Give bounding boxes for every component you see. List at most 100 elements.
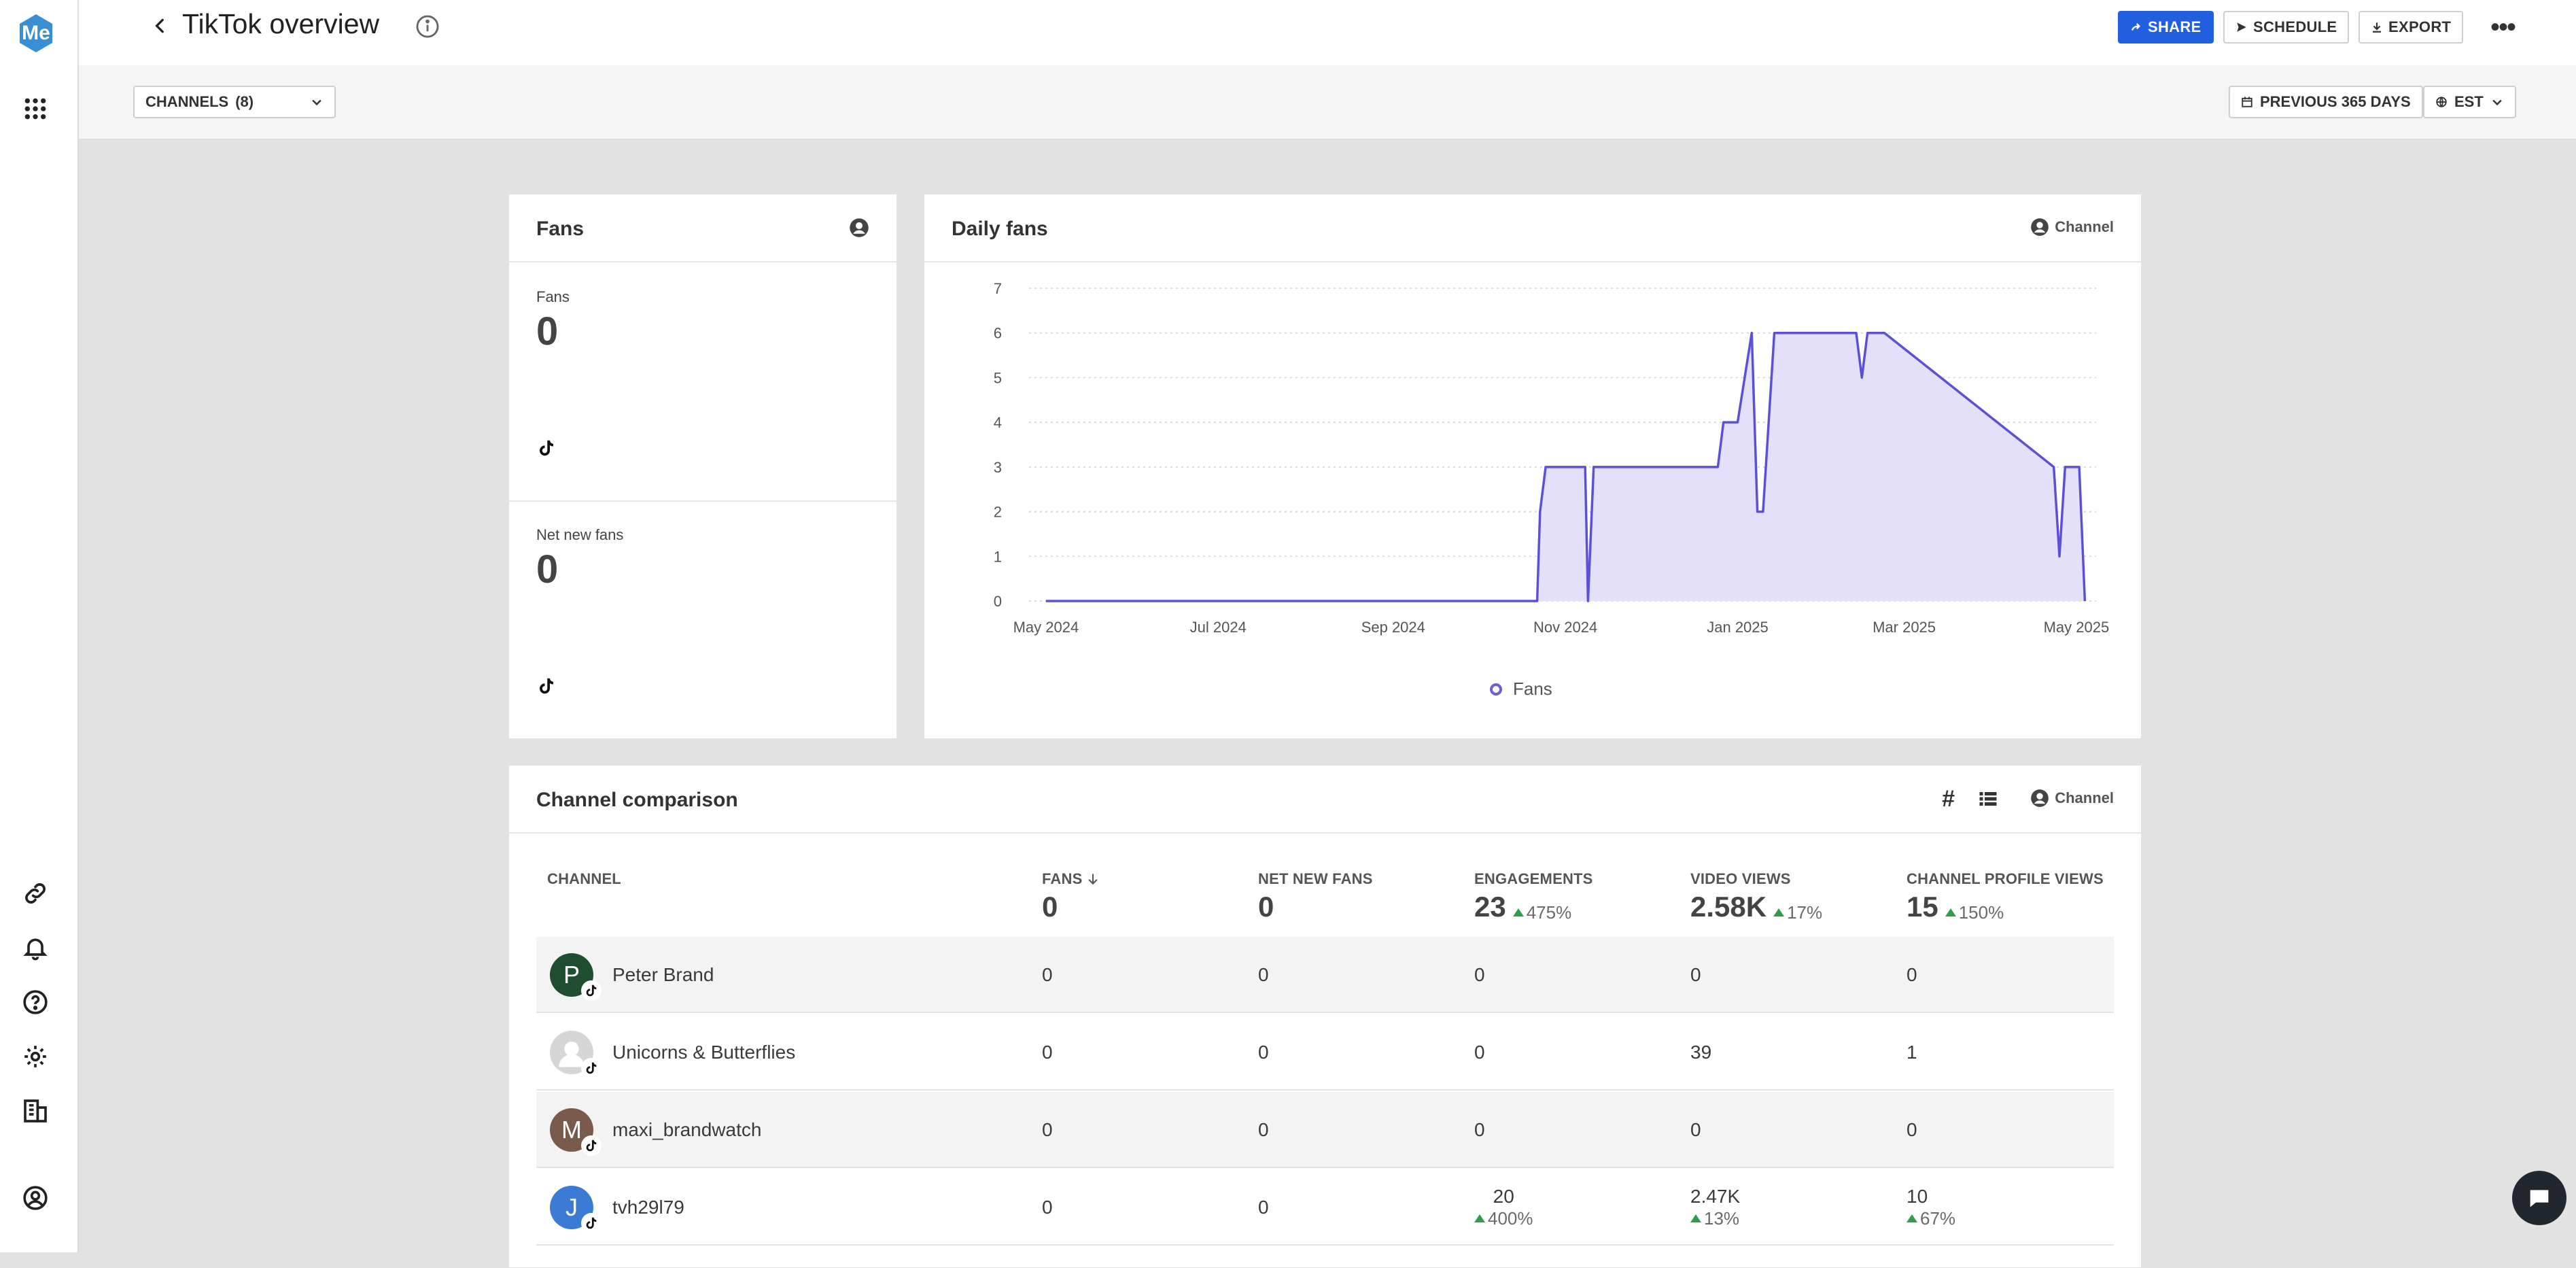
send-icon xyxy=(2237,22,2246,32)
up-triangle-icon xyxy=(1945,908,1956,916)
cell-profile-views-value: 10 xyxy=(1907,1186,1928,1207)
channel-badge[interactable]: Channel xyxy=(2030,218,2114,237)
channel-name[interactable]: Unicorns & Butterflies xyxy=(612,1042,795,1063)
delta-badge: 13% xyxy=(1690,1207,1740,1229)
total-video-views-value: 2.58K xyxy=(1690,891,1767,923)
y-tick-label: 3 xyxy=(994,459,1002,476)
legend-label: Fans xyxy=(1513,679,1552,699)
cell-video-views: 0 xyxy=(1690,1119,1701,1140)
app-logo[interactable]: Me xyxy=(19,14,53,52)
total-fans-value: 0 xyxy=(1042,891,1058,923)
schedule-label: SCHEDULE xyxy=(2253,18,2337,35)
cell-net-new: 0 xyxy=(1258,1197,1269,1218)
channel-comparison-card: Channel comparison # Channel CHANNEL FAN… xyxy=(508,765,2142,1268)
tiktok-badge-icon xyxy=(581,1213,602,1233)
daily-fans-title: Daily fans xyxy=(952,218,1048,240)
channel-badge[interactable]: Channel xyxy=(2030,789,2114,808)
calendar-icon xyxy=(2242,97,2252,107)
share-label: SHARE xyxy=(2148,18,2201,35)
cell-profile-views: 0 xyxy=(1907,1119,1917,1140)
x-tick-label: May 2024 xyxy=(1013,619,1079,636)
top-bar: TikTok overview SHARE SCHEDULE EXPORT ••… xyxy=(79,0,2576,65)
channel-name[interactable]: tvh29l79 xyxy=(612,1197,684,1218)
cell-net-new: 0 xyxy=(1258,1042,1269,1063)
fans-metric-label: Fans xyxy=(536,288,570,305)
globe-icon xyxy=(2436,97,2447,107)
cell-fans: 0 xyxy=(1042,1119,1053,1140)
col-channel[interactable]: CHANNEL xyxy=(547,870,621,888)
schedule-button[interactable]: SCHEDULE xyxy=(2223,11,2350,44)
info-icon[interactable] xyxy=(415,14,440,39)
delta-value: 67% xyxy=(1920,1208,1956,1229)
table-row[interactable]: M maxi_brandwatch 0 0 0 0 0 xyxy=(536,1092,2114,1168)
table-row[interactable]: P Peter Brand 0 0 0 0 0 xyxy=(536,937,2114,1013)
col-fans[interactable]: FANS xyxy=(1042,870,1100,888)
col-net-new-fans[interactable]: NET NEW FANS xyxy=(1258,870,1373,888)
up-triangle-icon xyxy=(1474,1214,1485,1222)
list-view-icon[interactable] xyxy=(1978,789,1998,809)
cell-fans: 0 xyxy=(1042,1197,1053,1218)
bell-icon[interactable] xyxy=(20,933,50,963)
x-tick-label: Nov 2024 xyxy=(1533,619,1597,636)
up-triangle-icon xyxy=(1907,1214,1917,1222)
page-title: TikTok overview xyxy=(182,8,380,39)
y-tick-label: 2 xyxy=(994,504,1002,521)
y-tick-label: 4 xyxy=(994,414,1002,431)
link-icon[interactable] xyxy=(20,878,50,908)
delta-badge: 475% xyxy=(1512,902,1571,923)
download-icon xyxy=(2373,22,2381,33)
user-profile-icon[interactable] xyxy=(20,1183,50,1213)
cell-video-views: 2.47K 13% xyxy=(1690,1186,1740,1229)
table-row[interactable]: Unicorns & Butterflies 0 0 0 39 1 xyxy=(536,1014,2114,1091)
filter-bar: CHANNELS (8) PREVIOUS 365 DAYS EST xyxy=(79,65,2576,140)
hash-view-icon[interactable]: # xyxy=(1942,786,1955,812)
more-options-icon[interactable]: ••• xyxy=(2488,12,2518,42)
table-row[interactable]: J tvh29l79 0 0 20 400% 2.47K 13% 10 67% xyxy=(536,1169,2114,1246)
channel-name[interactable]: maxi_brandwatch xyxy=(612,1119,761,1141)
tiktok-badge-icon xyxy=(581,1058,602,1078)
help-icon[interactable] xyxy=(20,987,50,1017)
chart-legend[interactable]: Fans xyxy=(1490,679,1552,700)
channel-name[interactable]: Peter Brand xyxy=(612,964,714,986)
delta-badge: 150% xyxy=(1945,902,2004,923)
up-triangle-icon xyxy=(1690,1214,1701,1222)
cell-fans: 0 xyxy=(1042,1042,1053,1063)
user-circle-icon xyxy=(2031,218,2049,236)
back-chevron-icon[interactable] xyxy=(147,12,174,39)
building-icon[interactable] xyxy=(20,1096,50,1126)
delta-badge: 17% xyxy=(1773,902,1822,923)
net-new-fans-value: 0 xyxy=(536,547,559,592)
chat-support-button[interactable] xyxy=(2512,1171,2566,1225)
up-triangle-icon xyxy=(1773,908,1785,916)
col-engagements[interactable]: ENGAGEMENTS xyxy=(1474,870,1593,888)
channels-dropdown[interactable]: CHANNELS (8) xyxy=(133,86,336,118)
y-tick-label: 7 xyxy=(994,280,1002,297)
cell-engagements: 0 xyxy=(1474,964,1485,985)
chevron-down-icon xyxy=(312,99,321,106)
apps-grid-icon[interactable] xyxy=(20,94,50,124)
table-header: CHANNEL FANS NET NEW FANS ENGAGEMENTS VI… xyxy=(536,851,2114,938)
settings-gear-icon[interactable] xyxy=(20,1042,50,1072)
tiktok-badge-icon xyxy=(581,980,602,1001)
channel-badge-label: Channel xyxy=(2055,789,2114,806)
col-profile-views[interactable]: CHANNEL PROFILE VIEWS xyxy=(1907,870,2104,888)
cell-engagements: 0 xyxy=(1474,1119,1485,1140)
tiktok-icon xyxy=(540,440,553,456)
timezone-dropdown[interactable]: EST xyxy=(2423,86,2516,118)
cell-engagements: 20 400% xyxy=(1474,1186,1533,1229)
total-profile-views-value: 15 xyxy=(1907,891,1938,923)
col-video-views[interactable]: VIDEO VIEWS xyxy=(1690,870,1791,888)
export-label: EXPORT xyxy=(2388,18,2452,35)
legend-marker xyxy=(1490,683,1502,696)
delta-value: 150% xyxy=(1958,902,2004,923)
x-tick-label: May 2025 xyxy=(2044,619,2110,636)
channels-label: CHANNELS xyxy=(145,93,229,110)
export-button[interactable]: EXPORT xyxy=(2359,11,2464,44)
date-range-label: PREVIOUS 365 DAYS xyxy=(2260,93,2411,110)
date-range-dropdown[interactable]: PREVIOUS 365 DAYS xyxy=(2229,86,2423,118)
share-button[interactable]: SHARE xyxy=(2118,11,2214,44)
timezone-label: EST xyxy=(2454,93,2484,110)
tiktok-icon xyxy=(540,678,553,694)
up-triangle-icon xyxy=(1512,908,1524,916)
user-circle-icon xyxy=(850,218,869,237)
